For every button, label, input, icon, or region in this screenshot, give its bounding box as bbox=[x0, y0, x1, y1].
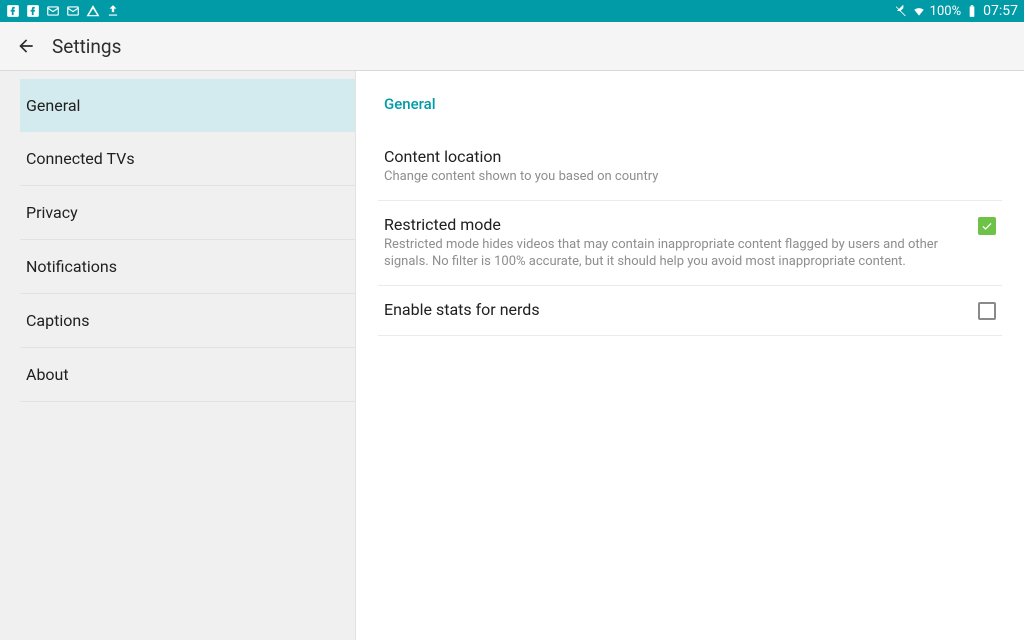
battery-percent: 100% bbox=[930, 4, 961, 19]
sidebar-item-label: About bbox=[26, 365, 69, 384]
back-button[interactable] bbox=[14, 34, 38, 58]
sidebar-item-captions[interactable]: Captions bbox=[20, 294, 355, 348]
mail-icon bbox=[66, 4, 80, 18]
stats-for-nerds-checkbox[interactable] bbox=[978, 302, 996, 320]
facebook-icon bbox=[26, 4, 40, 18]
row-stats-for-nerds[interactable]: Enable stats for nerds bbox=[378, 286, 1002, 336]
facebook-icon bbox=[6, 4, 20, 18]
status-bar: 100% 07:57 bbox=[0, 0, 1024, 22]
page-title: Settings bbox=[52, 35, 121, 58]
check-icon bbox=[981, 220, 993, 232]
sidebar-item-label: Captions bbox=[26, 311, 89, 330]
wifi-icon bbox=[912, 4, 926, 18]
sidebar: General Connected TVs Privacy Notificati… bbox=[0, 71, 356, 640]
sidebar-item-connected-tvs[interactable]: Connected TVs bbox=[20, 132, 355, 186]
row-subtitle: Change content shown to you based on cou… bbox=[384, 168, 976, 186]
sidebar-item-general[interactable]: General bbox=[20, 79, 355, 132]
content-pane: General Content location Change content … bbox=[356, 71, 1024, 640]
app-bar: Settings bbox=[0, 22, 1024, 71]
mute-icon bbox=[894, 4, 908, 18]
row-title: Enable stats for nerds bbox=[384, 300, 958, 319]
restricted-mode-checkbox[interactable] bbox=[978, 217, 996, 235]
sidebar-item-label: General bbox=[26, 96, 80, 115]
sidebar-item-privacy[interactable]: Privacy bbox=[20, 186, 355, 240]
row-subtitle: Restricted mode hides videos that may co… bbox=[384, 236, 958, 271]
status-right: 100% 07:57 bbox=[894, 3, 1018, 19]
sidebar-item-notifications[interactable]: Notifications bbox=[20, 240, 355, 294]
section-header: General bbox=[378, 95, 1002, 133]
sidebar-item-label: Connected TVs bbox=[26, 149, 135, 168]
body: General Connected TVs Privacy Notificati… bbox=[0, 71, 1024, 640]
row-title: Content location bbox=[384, 147, 976, 166]
sidebar-item-about[interactable]: About bbox=[20, 348, 355, 402]
clock: 07:57 bbox=[983, 3, 1018, 19]
row-content-location[interactable]: Content location Change content shown to… bbox=[378, 133, 1002, 201]
arrow-left-icon bbox=[16, 36, 36, 56]
status-left-icons bbox=[6, 4, 120, 18]
row-restricted-mode[interactable]: Restricted mode Restricted mode hides vi… bbox=[378, 201, 1002, 286]
battery-icon bbox=[965, 4, 979, 18]
sidebar-item-label: Notifications bbox=[26, 257, 117, 276]
warning-icon bbox=[86, 4, 100, 18]
upload-icon bbox=[106, 4, 120, 18]
row-title: Restricted mode bbox=[384, 215, 958, 234]
sidebar-item-label: Privacy bbox=[26, 203, 78, 222]
mail-icon bbox=[46, 4, 60, 18]
